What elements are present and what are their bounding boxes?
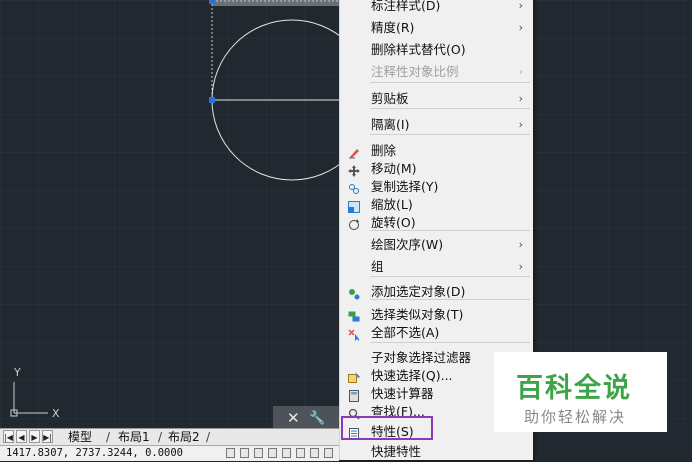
menu-item-label: 子对象选择过滤器 xyxy=(371,350,472,365)
menu-item-8[interactable]: 复制选择(Y) xyxy=(340,177,533,197)
ortho-mode-icon[interactable] xyxy=(254,448,263,458)
menu-item-label: 组 xyxy=(371,259,384,274)
eraser-icon xyxy=(348,145,360,159)
polar-tracking-icon[interactable] xyxy=(268,448,277,458)
menu-item-label: 快速计算器 xyxy=(371,386,434,401)
coordinate-readout: 1417.8307, 2737.3244, 0.0000 xyxy=(6,447,184,459)
menu-item-label: 绘图次序(W) xyxy=(371,237,444,252)
menu-separator xyxy=(370,82,530,83)
calculator-icon xyxy=(348,388,360,402)
object-snap-icon[interactable] xyxy=(282,448,291,458)
object-snap-tracking-icon[interactable] xyxy=(296,448,305,458)
tab-next-button[interactable]: ▶ xyxy=(29,430,40,443)
deselect-all-icon xyxy=(348,327,360,341)
menu-item-21[interactable]: 快捷特性 xyxy=(340,442,533,462)
menu-item-label: 精度(R) xyxy=(371,20,415,35)
copy-icon xyxy=(348,181,360,194)
grip-top-left[interactable] xyxy=(209,0,215,4)
dynamic-ucs-icon[interactable] xyxy=(310,448,319,458)
menu-item-15[interactable]: 全部不选(A) xyxy=(340,323,533,343)
menu-item-label: 注释性对象比例 xyxy=(371,64,459,79)
submenu-arrow-icon: › xyxy=(518,260,523,273)
menu-item-label: 移动(M) xyxy=(371,161,417,176)
ucs-y-label: Y xyxy=(13,366,21,379)
menu-item-11[interactable]: 绘图次序(W) › xyxy=(340,235,533,255)
menu-item-label: 删除 xyxy=(371,143,397,158)
menu-item-0[interactable]: 标注样式(D) › xyxy=(340,0,533,16)
submenu-arrow-icon: › xyxy=(518,92,523,105)
add-selected-icon xyxy=(348,286,360,300)
ucs-x-label: X xyxy=(52,407,60,420)
menu-item-9[interactable]: 缩放(L) xyxy=(340,195,533,215)
watermark-title: 百科全说 xyxy=(516,373,632,404)
close-command-button[interactable]: ✕ xyxy=(287,409,300,427)
menu-item-12[interactable]: 组 › xyxy=(340,257,533,277)
status-bar: 1417.8307, 2737.3244, 0.0000 xyxy=(0,445,339,461)
submenu-arrow-icon: › xyxy=(518,0,523,12)
submenu-arrow-icon: › xyxy=(518,65,523,78)
menu-item-label: 缩放(L) xyxy=(371,197,413,212)
watermark: 百科全说 助你轻松解决 xyxy=(494,352,667,432)
menu-item-7[interactable]: 移动(M) xyxy=(340,159,533,179)
grid-mode-icon[interactable] xyxy=(240,448,249,458)
tab-layout1[interactable]: 布局1 xyxy=(118,429,150,445)
menu-item-label: 隔离(I) xyxy=(371,117,410,132)
menu-item-label: 全部不选(A) xyxy=(371,325,440,340)
menu-item-2[interactable]: 删除样式替代(O) xyxy=(340,40,533,60)
layout-tab-bar: |◀ ◀ ▶ ▶| 模型 / 布局1 / 布局2 / xyxy=(0,428,339,445)
menu-item-label: 复制选择(Y) xyxy=(371,179,439,194)
tab-prev-button[interactable]: ◀ xyxy=(16,430,27,443)
highlight-properties-box xyxy=(341,416,433,440)
move-icon xyxy=(348,163,360,177)
menu-item-3: 注释性对象比例 › xyxy=(340,62,533,82)
menu-separator xyxy=(370,342,530,343)
snap-mode-icon[interactable] xyxy=(226,448,235,458)
menu-separator xyxy=(370,299,530,300)
rotate-icon xyxy=(348,217,360,230)
submenu-arrow-icon: › xyxy=(518,238,523,251)
tab-last-button[interactable]: ▶| xyxy=(42,430,53,443)
customize-wrench-icon[interactable]: 🔧 xyxy=(309,411,325,426)
menu-item-label: 快速选择(Q)... xyxy=(371,368,453,383)
menu-item-label: 标注样式(D) xyxy=(371,0,441,13)
tab-first-button[interactable]: |◀ xyxy=(3,430,14,443)
tab-model[interactable]: 模型 xyxy=(68,429,92,445)
select-similar-icon xyxy=(348,309,360,322)
menu-item-6[interactable]: 删除 xyxy=(340,141,533,161)
tab-layout2[interactable]: 布局2 xyxy=(168,429,200,445)
dynamic-input-icon[interactable] xyxy=(324,448,333,458)
scale-icon xyxy=(348,199,360,213)
menu-item-14[interactable]: 选择类似对象(T) xyxy=(340,305,533,325)
menu-separator xyxy=(370,108,530,109)
grip-left[interactable] xyxy=(209,97,215,103)
menu-separator xyxy=(370,134,530,135)
quick-select-icon xyxy=(348,370,360,383)
submenu-arrow-icon: › xyxy=(518,118,523,131)
menu-item-label: 删除样式替代(O) xyxy=(371,42,466,57)
menu-item-label: 选择类似对象(T) xyxy=(371,307,464,322)
menu-separator xyxy=(370,276,530,277)
submenu-arrow-icon: › xyxy=(518,21,523,34)
menu-item-5[interactable]: 隔离(I) › xyxy=(340,115,533,135)
menu-item-4[interactable]: 剪贴板 › xyxy=(340,89,533,109)
menu-item-label: 剪贴板 xyxy=(371,91,409,106)
menu-item-label: 快捷特性 xyxy=(371,444,422,459)
menu-separator xyxy=(370,230,530,231)
menu-item-1[interactable]: 精度(R) › xyxy=(340,18,533,38)
watermark-subtitle: 助你轻松解决 xyxy=(524,408,627,426)
